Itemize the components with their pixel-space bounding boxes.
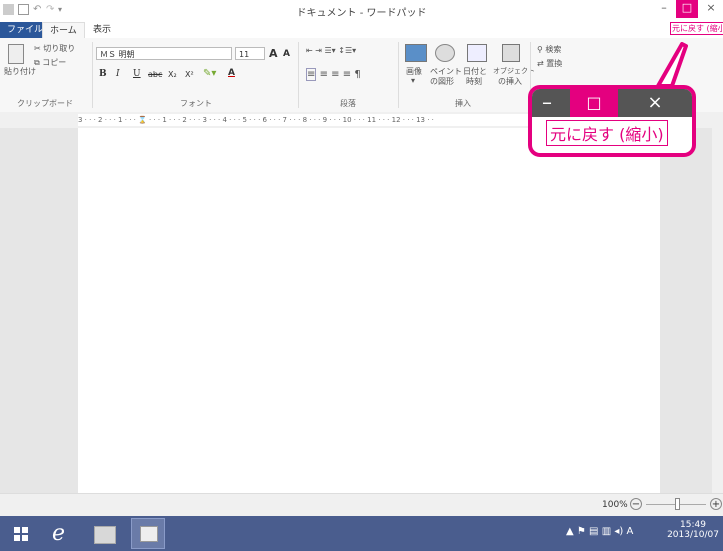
clock-date: 2013/10/07 (667, 530, 719, 540)
clock-time: 15:49 (680, 520, 706, 530)
document-page[interactable] (78, 128, 660, 493)
bold-button[interactable]: B (99, 69, 107, 79)
align-left-icon[interactable]: ≡ (306, 68, 317, 81)
callout-tooltip: 元に戻す (縮小) (546, 120, 668, 146)
superscript-button[interactable]: X² (185, 70, 194, 79)
zoom-callout: – □ × 元に戻す (縮小) (528, 85, 696, 157)
paragraph-dialog-icon[interactable]: ¶ (354, 69, 360, 80)
insert-group-label: 挿入 (455, 99, 471, 108)
callout-close-button: × (647, 92, 663, 113)
insert-image-button[interactable]: 画像 ▾ (403, 44, 427, 94)
window-title: ドキュメント - ワードパッド (296, 8, 427, 19)
italic-button[interactable]: I (116, 69, 120, 79)
decrease-indent-icon[interactable]: ⇤ (306, 46, 313, 55)
subscript-button[interactable]: X₂ (168, 70, 177, 79)
object-icon (502, 44, 520, 62)
close-button[interactable]: × (700, 0, 722, 18)
find-button[interactable]: ⚲ 検索 (537, 44, 561, 55)
cut-label: 切り取り (43, 44, 76, 53)
tray-icons[interactable]: ▲ ⚑ ▤ ▥ ◂) A (566, 526, 633, 537)
zoom-in-button[interactable]: + (710, 498, 722, 510)
paste-icon (8, 44, 24, 64)
wordpad-icon (140, 526, 158, 542)
bullets-icon[interactable]: ☰▾ (325, 46, 336, 55)
taskbar: e ▲ ⚑ ▤ ▥ ◂) A 15:49 2013/10/07 (0, 516, 723, 551)
strikethrough-button[interactable]: abc (148, 70, 162, 79)
justify-icon[interactable]: ≡ (343, 69, 351, 80)
increase-indent-icon[interactable]: ⇥ (315, 46, 322, 55)
align-right-icon[interactable]: ≡ (331, 69, 339, 80)
document-area (0, 128, 723, 493)
find-label: 検索 (545, 45, 562, 54)
callout-minimize-button: – (542, 90, 552, 114)
paste-label: 貼り付け (4, 67, 36, 76)
copy-button[interactable]: ⧉ コピー (34, 57, 66, 68)
underline-button[interactable]: U (133, 69, 141, 79)
copy-label: コピー (42, 58, 67, 67)
minimize-button[interactable]: – (653, 0, 675, 18)
paragraph-top-row: ⇤ ⇥ ☰▾ ↕☰▾ (306, 46, 356, 55)
line-spacing-icon[interactable]: ↕☰▾ (338, 46, 356, 55)
ime-indicator[interactable]: A (626, 526, 633, 537)
battery-icon[interactable]: ▥ (602, 526, 611, 537)
clock[interactable]: 15:49 2013/10/07 (665, 520, 721, 540)
insert-object-button[interactable]: オブジェクト の挿入 (493, 44, 535, 94)
volume-icon[interactable]: ◂) (614, 526, 623, 537)
replace-button[interactable]: ⇄ 置換 (537, 58, 562, 69)
tab-home[interactable]: ホーム (42, 22, 85, 39)
zoom-slider-thumb[interactable] (675, 498, 680, 510)
zoom-out-button[interactable]: − (630, 498, 642, 510)
cut-button[interactable]: ✂ 切り取り (34, 43, 75, 54)
datetime-label-2: 時刻 (466, 77, 482, 86)
object-label-2: の挿入 (498, 77, 522, 86)
clipboard-group-label: クリップボード (17, 99, 73, 108)
calendar-icon (467, 44, 487, 62)
restore-button[interactable]: □ (676, 0, 698, 18)
font-color-button[interactable]: A (228, 68, 235, 78)
chevron-down-icon: ▾ (411, 76, 416, 85)
flag-icon[interactable]: ⚑ (577, 526, 586, 537)
file-explorer-icon[interactable] (94, 526, 116, 544)
zoom-level: 100% (602, 500, 628, 510)
group-separator (298, 42, 299, 108)
wordpad-taskbar-button[interactable] (131, 518, 165, 549)
replace-label: 置換 (546, 59, 563, 68)
paste-button[interactable]: 貼り付け (4, 42, 36, 84)
paint-drawing-button[interactable]: ペイント の図形 (430, 44, 462, 94)
group-separator (92, 42, 93, 108)
group-separator (398, 42, 399, 108)
image-icon (405, 44, 427, 62)
object-label-1: オブジェクト (493, 67, 535, 75)
paint-label-2: の図形 (430, 77, 454, 86)
ribbon-tabs: ファイル ホーム 表示 (0, 22, 723, 39)
cut-icon: ✂ (34, 44, 44, 53)
grow-font-button[interactable]: A (269, 47, 278, 60)
replace-icon: ⇄ (537, 59, 547, 68)
align-center-icon[interactable]: ≡ (320, 69, 328, 80)
font-size-select[interactable]: 11 (235, 47, 265, 60)
font-name-select[interactable]: ＭＳ 明朝 (96, 47, 232, 60)
network-icon[interactable]: ▤ (589, 526, 598, 537)
callout-pointer (656, 42, 688, 88)
shrink-font-button[interactable]: A (283, 49, 290, 59)
vertical-scrollbar[interactable] (712, 128, 723, 493)
datetime-button[interactable]: 日付と 時刻 (463, 44, 491, 94)
internet-explorer-icon[interactable]: e (52, 521, 65, 546)
paint-icon (435, 44, 455, 62)
highlight-icon[interactable]: ✎▾ (203, 68, 216, 79)
font-group-label: フォント (180, 99, 212, 108)
title-bar: ↶ ↷ ▾ ドキュメント - ワードパッド – □ × 元に戻す (縮小) (0, 0, 723, 35)
chevron-up-icon[interactable]: ▲ (566, 526, 574, 537)
tab-view[interactable]: 表示 (86, 22, 118, 38)
callout-restore-button: □ (570, 89, 618, 117)
windows-start-icon[interactable] (14, 527, 28, 541)
paragraph-group-label: 段落 (340, 99, 356, 108)
paragraph-align-row: ≡ ≡ ≡ ≡ ¶ (306, 68, 361, 81)
status-bar: 100% − + (0, 493, 723, 517)
